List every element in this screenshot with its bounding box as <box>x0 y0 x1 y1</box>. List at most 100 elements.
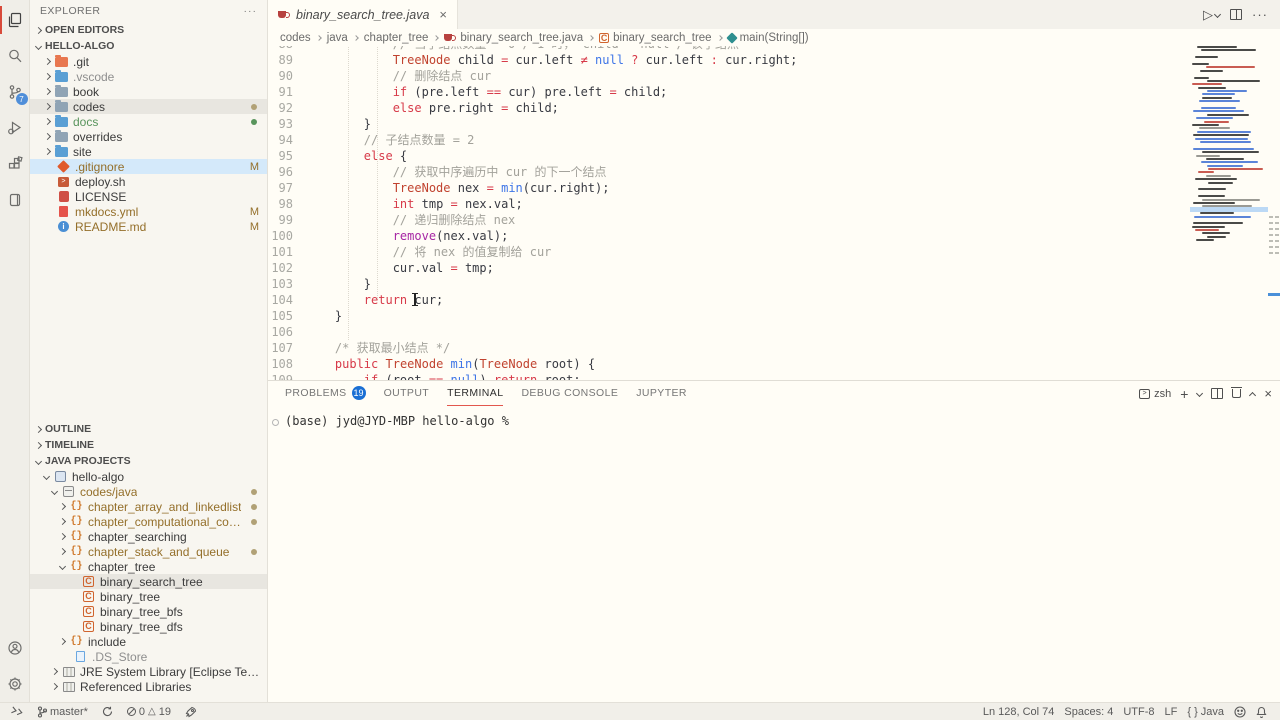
explorer-icon[interactable] <box>0 2 30 38</box>
terminal-icon: > <box>1139 389 1150 399</box>
section-outline[interactable]: OUTLINE <box>30 421 267 437</box>
breadcrumb-chapter-tree[interactable]: chapter_tree <box>364 32 429 44</box>
git-modified-dot <box>251 104 257 110</box>
new-terminal-button[interactable]: + <box>1180 386 1188 402</box>
file-row-vscode[interactable]: .vscode <box>30 69 267 84</box>
encoding-item[interactable]: UTF-8 <box>1118 706 1159 718</box>
sidebar-title: EXPLORER ··· <box>30 0 267 22</box>
section-java-projects[interactable]: JAVA PROJECTS <box>30 453 267 469</box>
minimap[interactable] <box>1190 46 1268 380</box>
shell-selector[interactable]: >zsh <box>1139 388 1171 400</box>
jp-row-project[interactable]: hello-algo <box>30 469 267 484</box>
breadcrumb-method[interactable]: main(String[]) <box>728 32 809 44</box>
code-line: 103 } <box>268 276 1190 292</box>
file-row-site[interactable]: site <box>30 144 267 159</box>
split-terminal-icon[interactable] <box>1211 388 1223 399</box>
language-mode-item[interactable]: { }Java <box>1182 706 1229 718</box>
code-line: 91 if (pre.left == cur) pre.left = child… <box>268 84 1190 100</box>
code-editor[interactable]: 88 // 当子结点数量 = 0 / 1 时， child = null / 该… <box>268 46 1280 380</box>
section-timeline[interactable]: TIMELINE <box>30 437 267 453</box>
jp-row-binary-search-tree[interactable]: Cbinary_search_tree <box>30 574 267 589</box>
sync-item[interactable] <box>97 703 118 720</box>
source-control-icon[interactable]: 7 <box>0 74 30 110</box>
accounts-icon[interactable] <box>0 630 30 666</box>
class-icon: C <box>82 590 95 603</box>
file-row-license[interactable]: LICENSE <box>30 189 267 204</box>
feedback-smiley-icon[interactable] <box>1229 706 1251 718</box>
settings-gear-icon[interactable] <box>0 666 30 702</box>
file-row-docs[interactable]: docs <box>30 114 267 129</box>
class-icon: C <box>82 620 95 633</box>
tab-jupyter[interactable]: JUPYTER <box>636 381 687 406</box>
jp-row-chapter-array[interactable]: {}chapter_array_and_linkedlist <box>30 499 267 514</box>
notebook-icon[interactable] <box>0 182 30 218</box>
split-editor-icon[interactable] <box>1230 9 1242 20</box>
eol-item[interactable]: LF <box>1160 706 1183 718</box>
vscode-window: 7 EXPLORER ··· OPEN <box>0 0 1280 720</box>
run-debug-icon[interactable] <box>0 110 30 146</box>
tab-terminal[interactable]: TERMINAL <box>447 381 503 406</box>
kill-terminal-icon[interactable] <box>1232 389 1241 398</box>
jp-row-ds-store[interactable]: .DS_Store <box>30 649 267 664</box>
jp-row-chapter-complexity[interactable]: {}chapter_computational_complexity <box>30 514 267 529</box>
terminal[interactable]: (base) jyd@JYD-MBP hello-algo % <box>268 406 1280 702</box>
package-icon: {} <box>70 560 83 573</box>
tab-close-icon[interactable]: × <box>439 7 447 22</box>
breadcrumb-codes[interactable]: codes <box>280 32 311 44</box>
tab-problems[interactable]: PROBLEMS19 <box>285 381 366 406</box>
tab-output[interactable]: OUTPUT <box>384 381 430 406</box>
file-row-mkdocs[interactable]: mkdocs.ymlM <box>30 204 267 219</box>
extensions-icon[interactable] <box>0 146 30 182</box>
jp-row-chapter-stack[interactable]: {}chapter_stack_and_queue <box>30 544 267 559</box>
file-row-codes[interactable]: codes <box>30 99 267 114</box>
jp-row-binary-tree-bfs[interactable]: Cbinary_tree_bfs <box>30 604 267 619</box>
code-line: 97 TreeNode nex = min(cur.right); <box>268 180 1190 196</box>
git-branch-item[interactable]: master* <box>32 703 93 720</box>
overview-ruler[interactable] <box>1268 46 1280 380</box>
rocket-icon <box>185 706 197 718</box>
terminal-dropdown-icon[interactable] <box>1197 391 1202 396</box>
file-row-overrides[interactable]: overrides <box>30 129 267 144</box>
jp-row-include[interactable]: {}include <box>30 634 267 649</box>
jp-row-referenced-libs[interactable]: Referenced Libraries <box>30 679 267 694</box>
jp-row-codes-java[interactable]: codes/java <box>30 484 267 499</box>
search-icon[interactable] <box>0 38 30 74</box>
project-icon <box>54 470 67 483</box>
git-status-badge: M <box>250 206 259 218</box>
file-row-git[interactable]: .git <box>30 54 267 69</box>
file-row-gitignore[interactable]: .gitignoreM <box>30 159 267 174</box>
notifications-bell-icon[interactable] <box>1251 706 1272 718</box>
breadcrumb-class[interactable]: Cbinary_search_tree <box>599 32 711 44</box>
branch-icon <box>37 706 47 718</box>
indentation-item[interactable]: Spaces: 4 <box>1059 706 1118 718</box>
jp-row-chapter-tree[interactable]: {}chapter_tree <box>30 559 267 574</box>
close-panel-icon[interactable]: × <box>1264 386 1272 401</box>
package-icon: {} <box>70 530 83 543</box>
maximize-panel-icon[interactable] <box>1250 390 1255 398</box>
jp-row-binary-tree[interactable]: Cbinary_tree <box>30 589 267 604</box>
jp-row-jre[interactable]: JRE System Library [Eclipse Temurin 17 [… <box>30 664 267 679</box>
git-untracked-dot <box>251 119 257 125</box>
tab-bar: binary_search_tree.java × ▷ ··· <box>268 0 1280 29</box>
problems-item[interactable]: 0 △19 <box>122 703 176 720</box>
java-file-icon <box>444 32 456 43</box>
jp-row-binary-tree-dfs[interactable]: Cbinary_tree_dfs <box>30 619 267 634</box>
tab-binary-search-tree[interactable]: binary_search_tree.java × <box>268 0 458 29</box>
cursor-position-item[interactable]: Ln 128, Col 74 <box>978 706 1060 718</box>
explorer-more-actions[interactable]: ··· <box>244 5 258 17</box>
breadcrumb-java[interactable]: java <box>327 32 348 44</box>
code-line: 102 cur.val = tmp; <box>268 260 1190 276</box>
file-row-book[interactable]: book <box>30 84 267 99</box>
tab-debug-console[interactable]: DEBUG CONSOLE <box>521 381 618 406</box>
file-row-readme[interactable]: iREADME.mdM <box>30 219 267 234</box>
activity-bar: 7 <box>0 0 30 702</box>
section-open-editors[interactable]: OPEN EDITORS <box>30 22 267 38</box>
java-lightweight-mode-item[interactable] <box>180 703 202 720</box>
editor-more-actions[interactable]: ··· <box>1252 7 1268 22</box>
remote-indicator[interactable] <box>6 703 28 720</box>
file-row-deploy[interactable]: >deploy.sh <box>30 174 267 189</box>
run-button[interactable]: ▷ <box>1203 7 1220 23</box>
breadcrumb-file[interactable]: binary_search_tree.java <box>444 32 583 44</box>
jp-row-chapter-searching[interactable]: {}chapter_searching <box>30 529 267 544</box>
section-root-folder[interactable]: HELLO-ALGO <box>30 38 267 54</box>
